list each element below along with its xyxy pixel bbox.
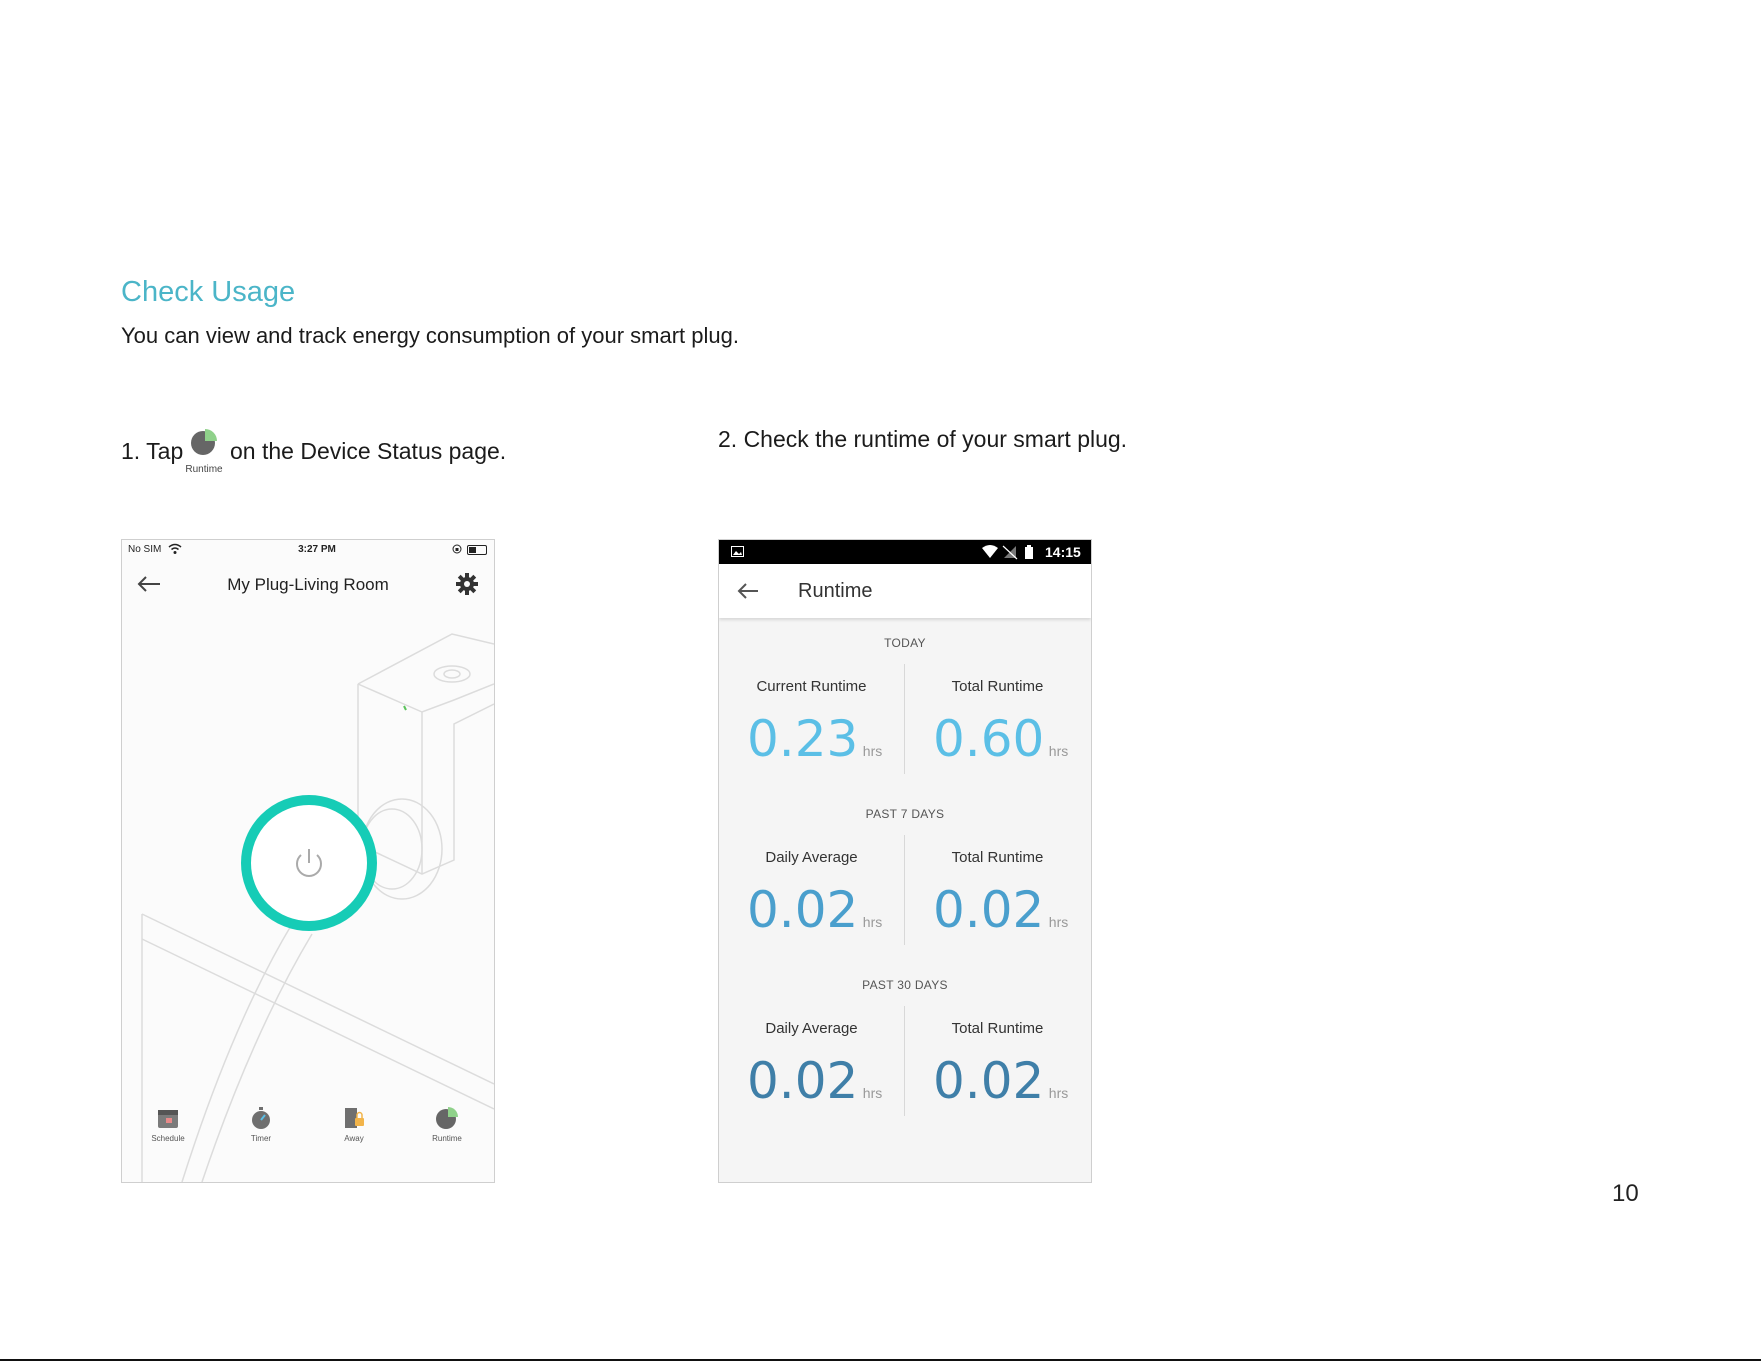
- step2-text: 2. Check the runtime of your smart plug.: [718, 426, 1128, 452]
- battery-level: [469, 547, 476, 553]
- rotation-lock-icon: [452, 544, 462, 554]
- runtime-screenshot: 14:15 Runtime TODAY Current Runtime Tota…: [718, 539, 1092, 1183]
- metric-unit: hrs: [862, 914, 883, 930]
- status-time: 3:27 PM: [298, 544, 336, 555]
- metric-label: Daily Average: [765, 1020, 858, 1037]
- gear-icon[interactable]: [455, 572, 479, 596]
- signal-icons: [982, 545, 1033, 560]
- metric-label: Total Runtime: [951, 678, 1044, 695]
- wifi-icon: [168, 543, 182, 554]
- image-notification-icon: [731, 546, 744, 557]
- metric-unit: hrs: [862, 743, 883, 759]
- power-button[interactable]: [241, 795, 377, 931]
- tab-runtime[interactable]: Runtime: [412, 1106, 482, 1143]
- back-arrow-icon[interactable]: [136, 574, 162, 594]
- runtime-header: Runtime: [719, 564, 1091, 618]
- back-arrow-icon[interactable]: [737, 582, 759, 600]
- device-name: My Plug-Living Room: [227, 575, 389, 594]
- tab-label: Runtime: [432, 1134, 462, 1143]
- ios-status-bar: No SIM 3:27 PM: [122, 540, 494, 560]
- page-title: Runtime: [798, 580, 873, 602]
- section-heading-past-7-days: PAST 7 DAYS: [865, 807, 945, 821]
- tab-timer[interactable]: Timer: [226, 1106, 296, 1143]
- power-icon: [296, 849, 322, 877]
- pie-chart-icon: [436, 1107, 458, 1129]
- metric-value-total: 0.60 hrs: [933, 710, 1068, 768]
- step1-prefix: 1. Tap: [121, 438, 184, 464]
- metric-unit: hrs: [1048, 914, 1069, 930]
- step1-suffix: on the Device Status page.: [230, 438, 507, 464]
- metric-label: Daily Average: [765, 849, 858, 866]
- tab-label: Away: [344, 1134, 364, 1143]
- metric-label: Total Runtime: [951, 1020, 1044, 1037]
- section-heading-past-30-days: PAST 30 DAYS: [862, 978, 948, 992]
- carrier-text: No SIM: [128, 544, 162, 555]
- metric-unit: hrs: [1048, 743, 1069, 759]
- runtime-icon-label: Runtime: [185, 464, 223, 475]
- page-number: 10: [1612, 1180, 1639, 1207]
- metric-value-daily-average: 0.02 hrs: [747, 881, 882, 939]
- runtime-pie-icon: [191, 429, 217, 455]
- metric-number: 0.02: [933, 1052, 1045, 1110]
- device-header: My Plug-Living Room: [122, 564, 494, 604]
- calendar-icon: [158, 1110, 178, 1128]
- metric-value-daily-average: 0.02 hrs: [747, 1052, 882, 1110]
- device-status-screenshot: No SIM 3:27 PM My Plug-Living Room Sched…: [121, 539, 495, 1183]
- tab-away[interactable]: Away: [319, 1106, 389, 1143]
- status-clock: 14:15: [1045, 544, 1081, 560]
- section-title: Check Usage: [121, 276, 296, 308]
- metric-number: 0.02: [747, 881, 859, 939]
- section-heading-today: TODAY: [884, 636, 926, 650]
- metric-number: 0.02: [747, 1052, 859, 1110]
- metric-value-current: 0.23 hrs: [747, 710, 882, 768]
- section-description: You can view and track energy consumptio…: [121, 323, 739, 348]
- metric-number: 0.02: [933, 881, 1045, 939]
- android-status-bar: 14:15: [719, 540, 1091, 564]
- metric-value-total: 0.02 hrs: [933, 1052, 1068, 1110]
- metric-unit: hrs: [862, 1085, 883, 1101]
- metric-number: 0.60: [933, 710, 1045, 768]
- metric-label: Total Runtime: [951, 849, 1044, 866]
- stopwatch-icon: [252, 1107, 270, 1129]
- tab-schedule[interactable]: Schedule: [133, 1106, 203, 1143]
- tab-label: Schedule: [151, 1134, 185, 1143]
- metric-unit: hrs: [1048, 1085, 1069, 1101]
- away-lock-icon: [345, 1108, 364, 1128]
- battery-icon: [467, 545, 487, 555]
- metric-value-total: 0.02 hrs: [933, 881, 1068, 939]
- tab-label: Timer: [250, 1134, 272, 1143]
- metric-label: Current Runtime: [756, 678, 867, 695]
- metric-number: 0.23: [747, 710, 859, 768]
